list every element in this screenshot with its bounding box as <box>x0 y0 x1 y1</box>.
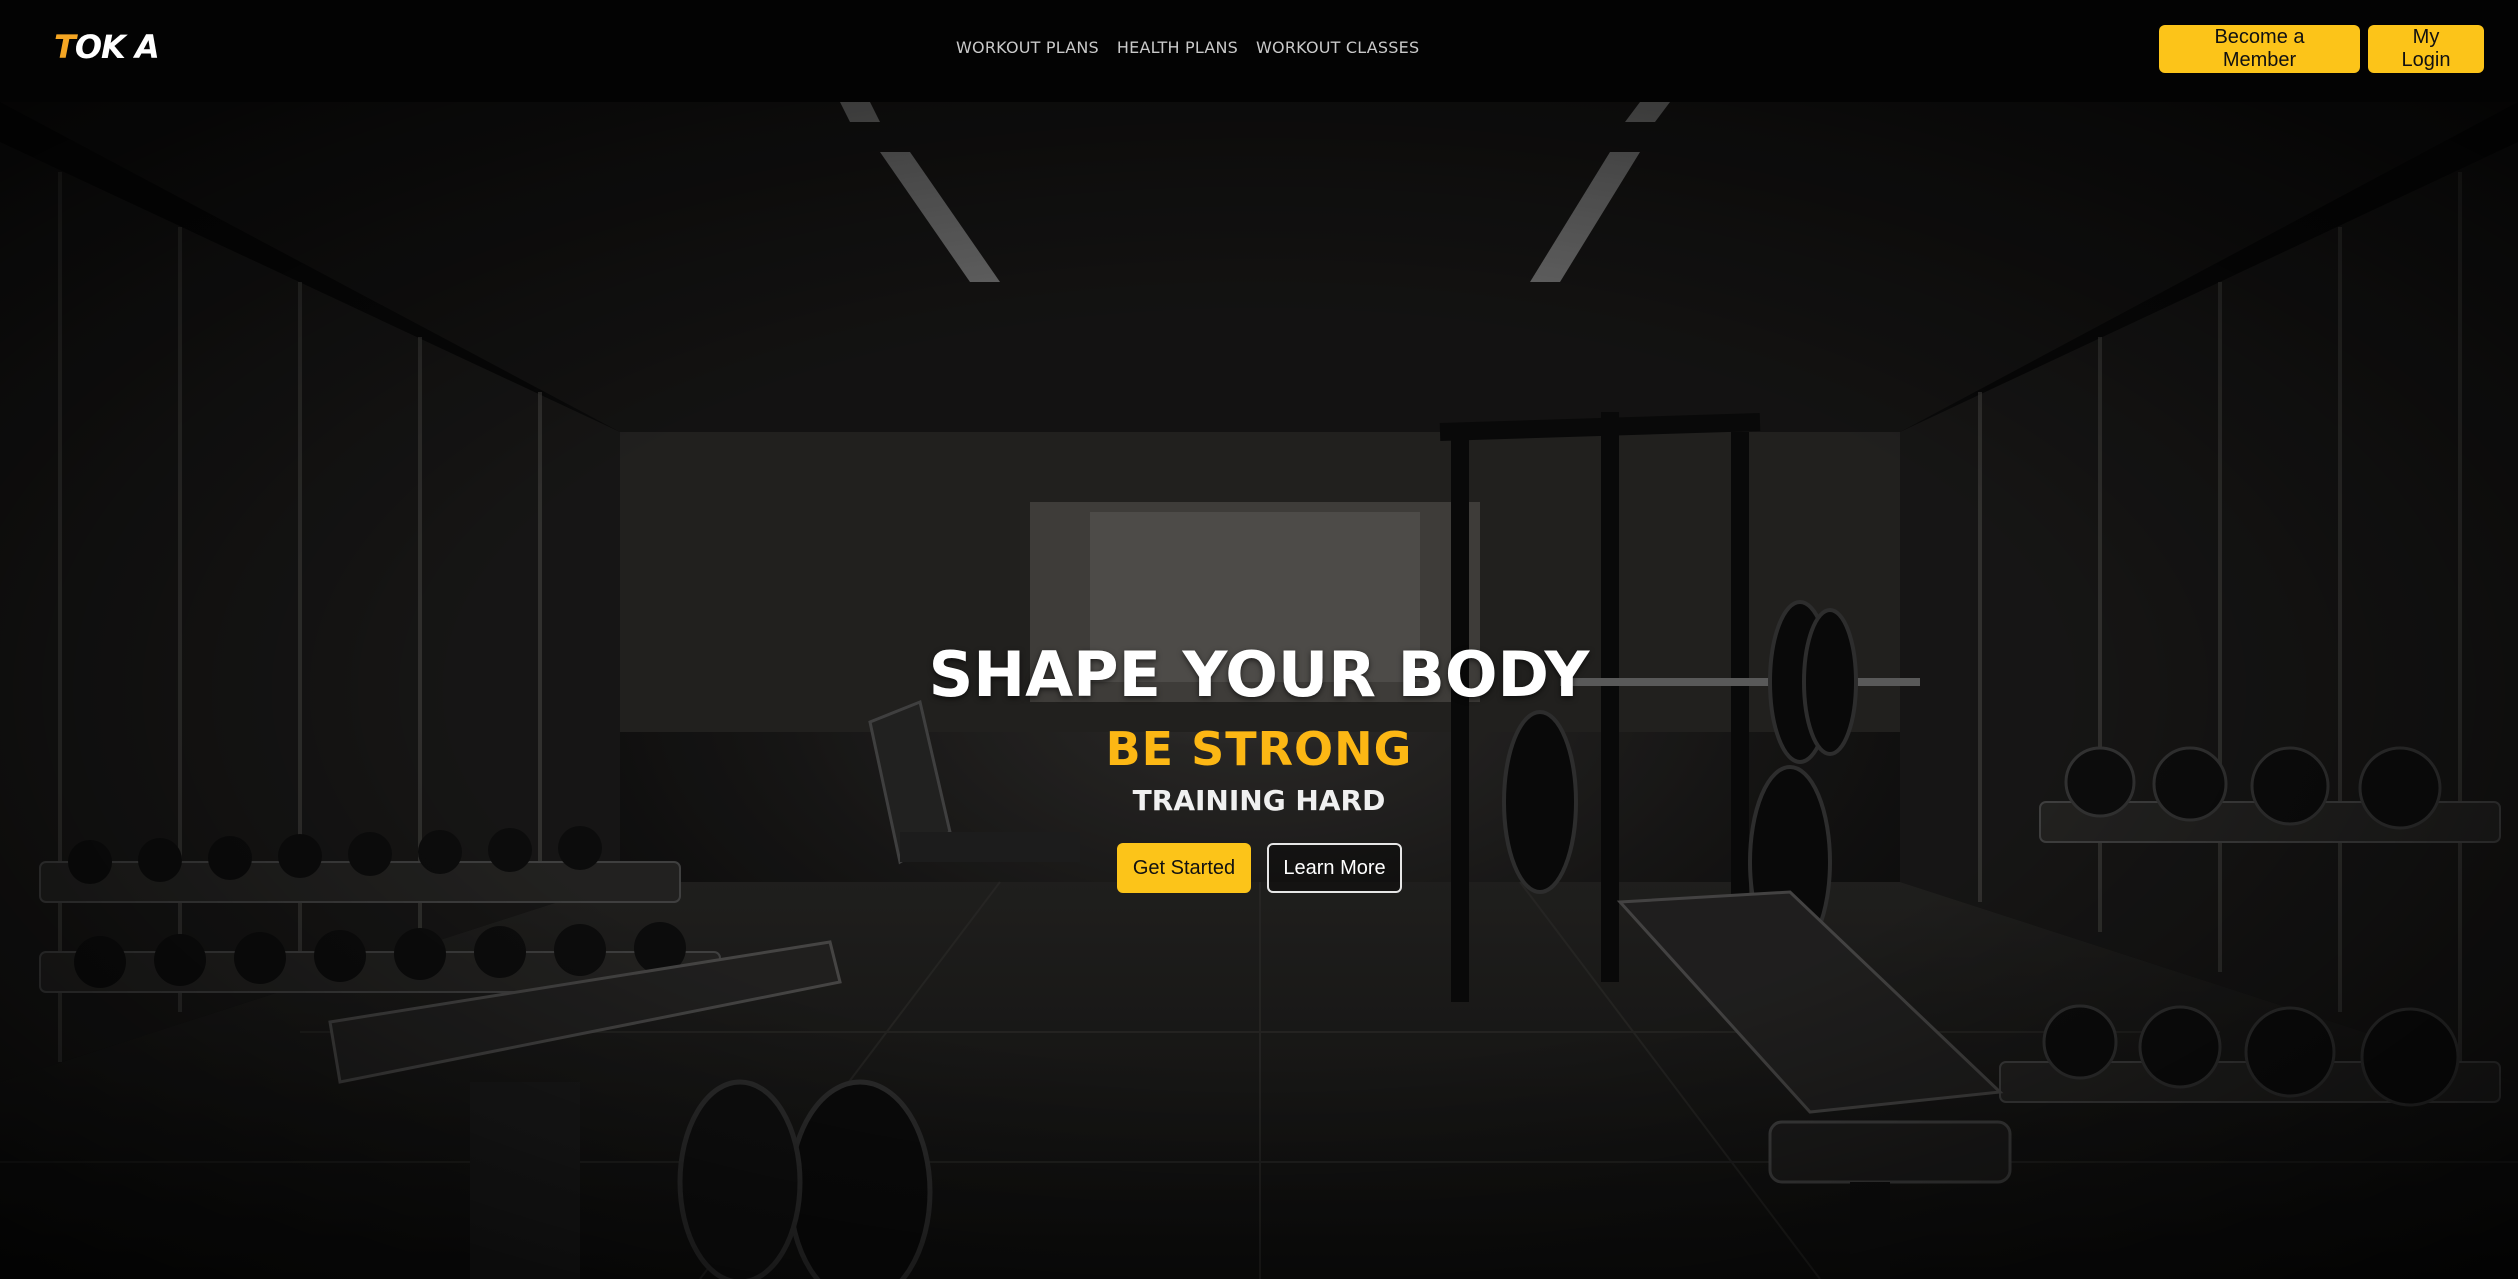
hero-section: SHAPE YOUR BODY BE STRONG TRAINING HARD … <box>0 102 2518 1279</box>
main-nav: WORKOUT PLANS HEALTH PLANS WORKOUT CLASS… <box>956 38 1419 57</box>
hero-tagline: TRAINING HARD <box>1132 784 1386 817</box>
top-navbar: TOK A WORKOUT PLANS HEALTH PLANS WORKOUT… <box>0 0 2518 102</box>
brand-logo[interactable]: TOK A <box>54 28 160 66</box>
hero-content: SHAPE YOUR BODY BE STRONG TRAINING HARD … <box>0 102 2518 1279</box>
become-member-button[interactable]: Become a Member <box>2159 25 2360 73</box>
nav-link-workout-plans[interactable]: WORKOUT PLANS <box>956 38 1099 57</box>
logo-text: OK A <box>74 28 160 66</box>
hero-subheading: BE STRONG <box>1105 722 1413 776</box>
hero-headline: SHAPE YOUR BODY <box>928 638 1590 711</box>
learn-more-button[interactable]: Learn More <box>1267 843 1402 893</box>
nav-link-health-plans[interactable]: HEALTH PLANS <box>1117 38 1238 57</box>
get-started-button[interactable]: Get Started <box>1117 843 1251 893</box>
nav-link-workout-classes[interactable]: WORKOUT CLASSES <box>1256 38 1419 57</box>
logo-initial: T <box>54 28 76 66</box>
my-login-button[interactable]: My Login <box>2368 25 2484 73</box>
